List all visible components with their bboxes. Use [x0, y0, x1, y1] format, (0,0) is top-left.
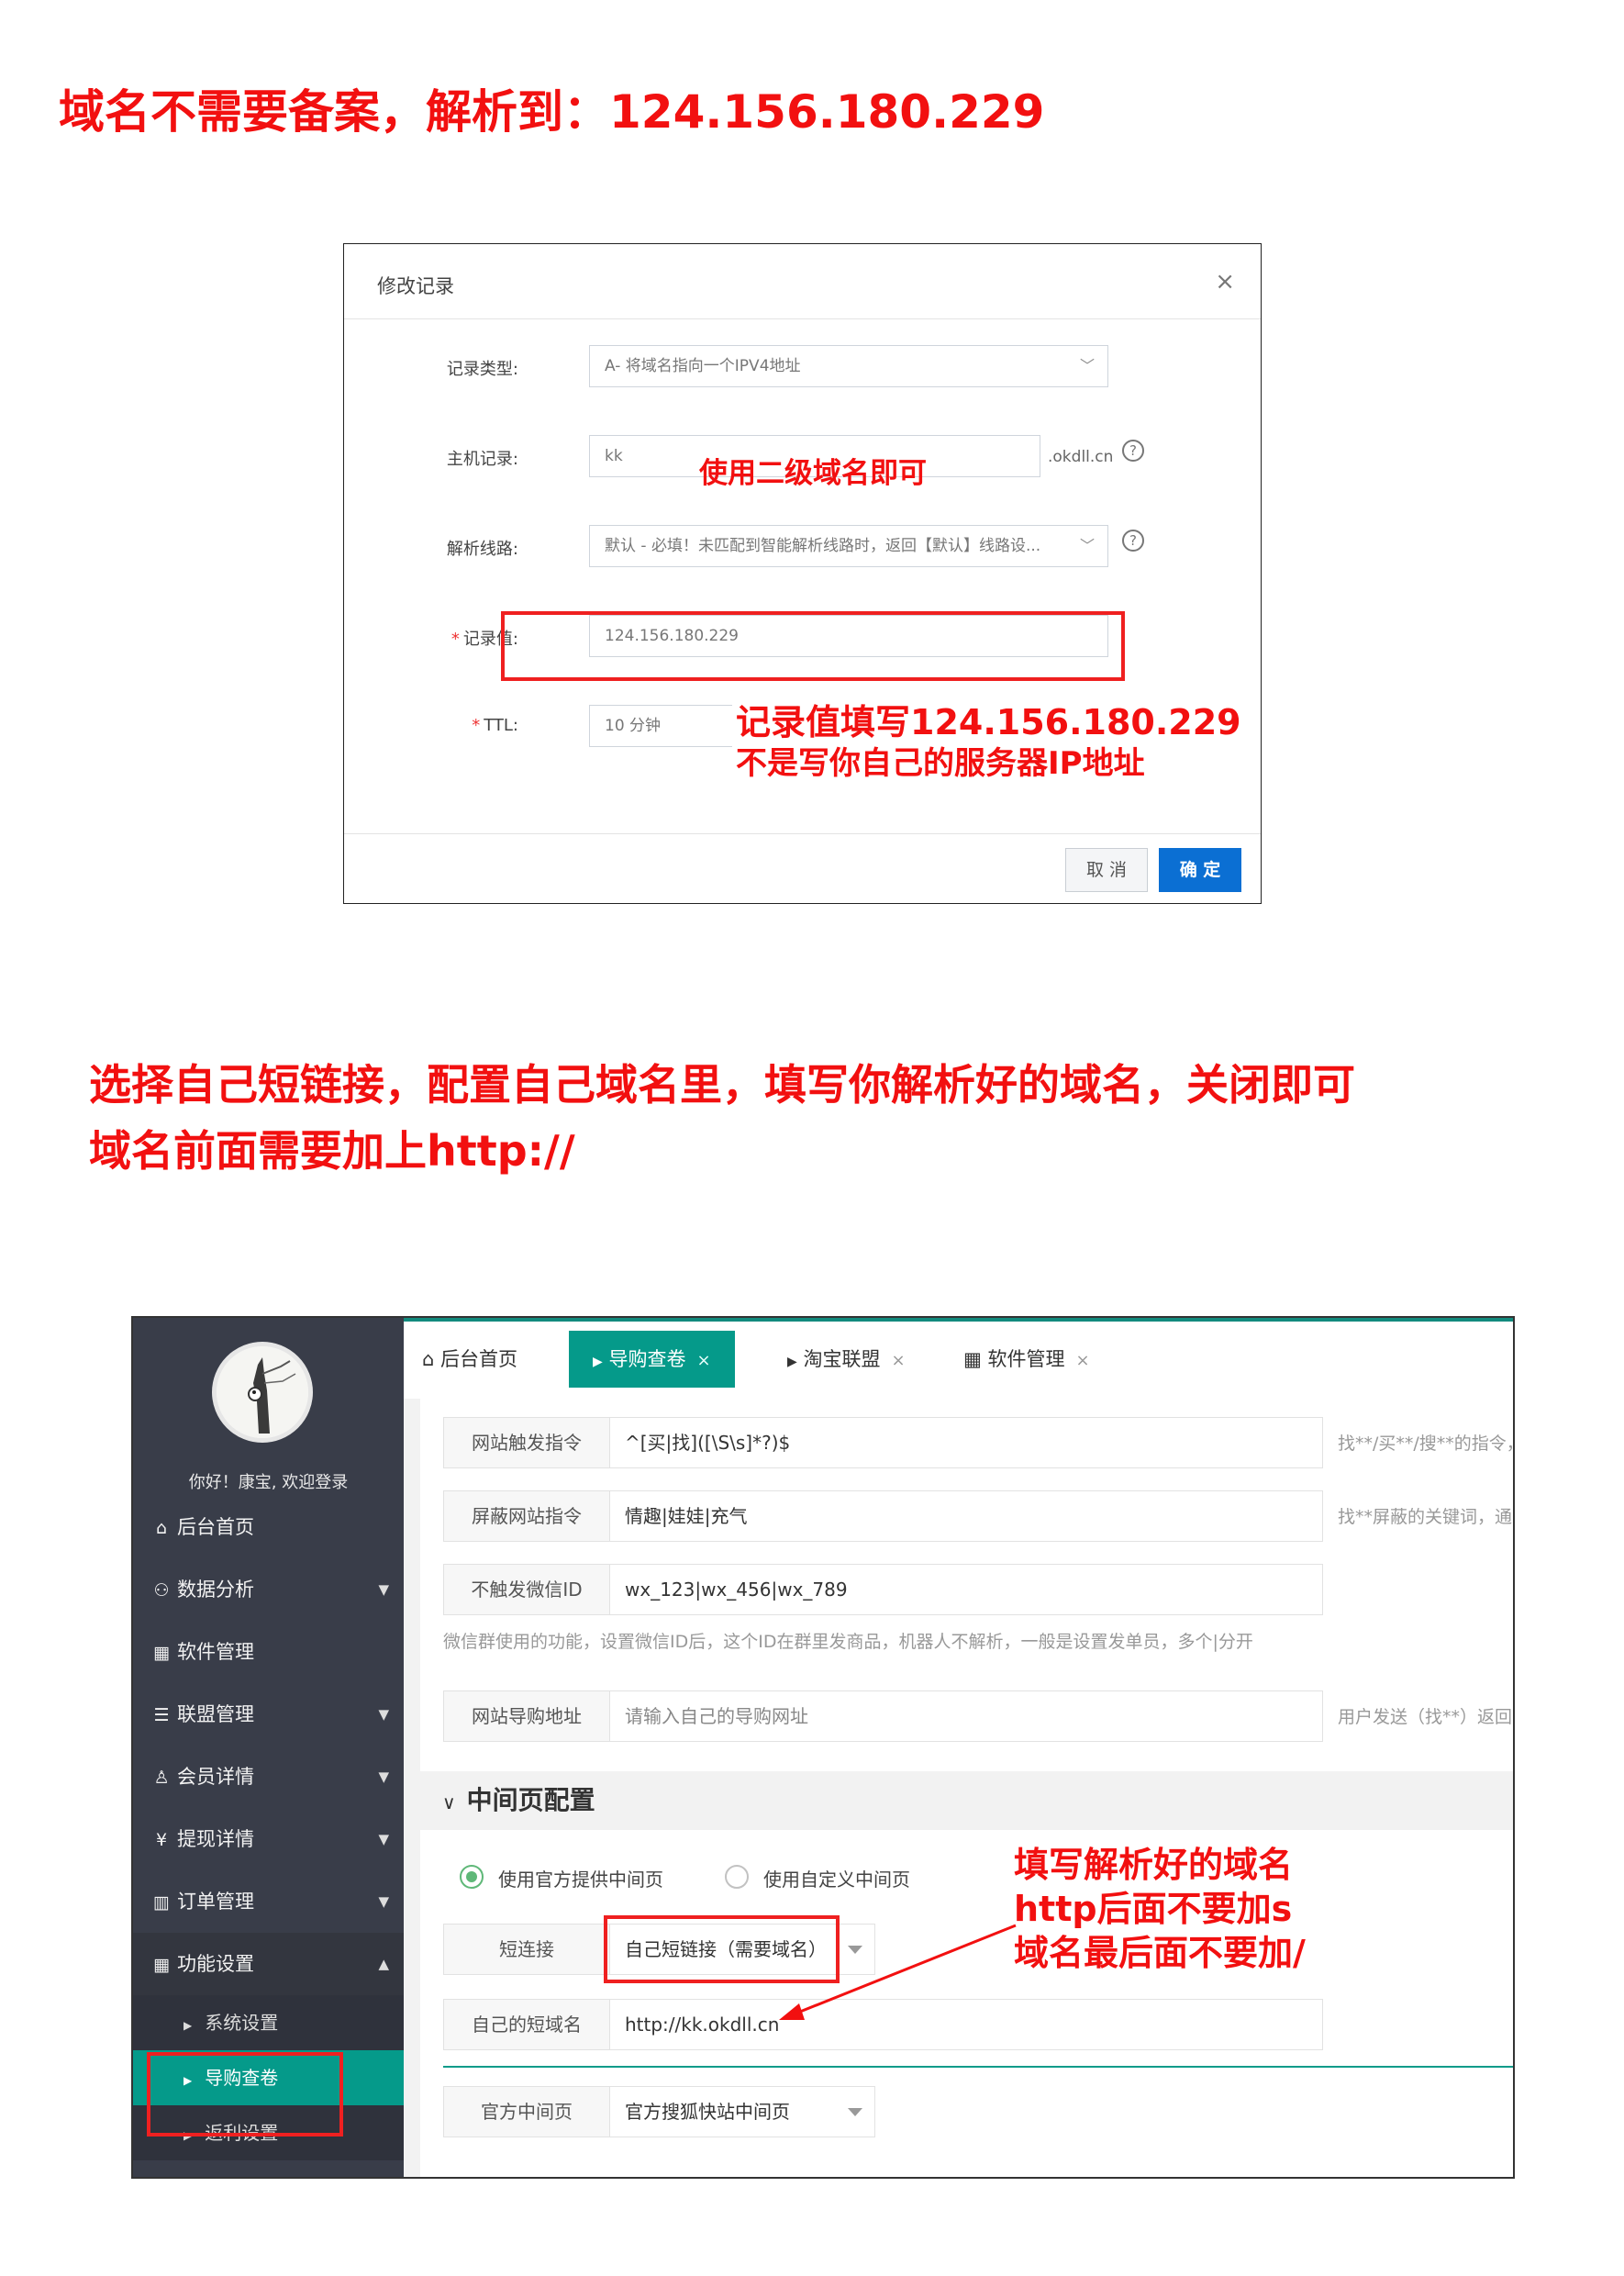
edit-record-dialog: 修改记录 × 记录类型: A- 将域名指向一个IPV4地址 ﹀ 主机记录: kk… [343, 243, 1262, 904]
record-annotation-1: 记录值填写124.156.180.229 [736, 702, 1241, 742]
record-type-value: A- 将域名指向一个IPV4地址 [605, 357, 801, 375]
line-select[interactable]: 默认 - 必填！未匹配到智能解析线路时，返回【默认】线路设... ﹀ [589, 525, 1108, 567]
record-type-select[interactable]: A- 将域名指向一个IPV4地址 ﹀ [589, 345, 1108, 387]
host-annotation: 使用二级域名即可 [699, 457, 927, 490]
confirm-button[interactable]: 确 定 [1159, 848, 1241, 892]
chevron-down-icon: ﹀ [1079, 537, 1095, 554]
highlight-frame [501, 611, 1125, 681]
record-annotation-2: 不是写你自己的服务器IP地址 [736, 745, 1145, 782]
instruction-line-2: 域名前面需要加上http:// [89, 1126, 575, 1176]
dialog-divider [344, 318, 1261, 319]
help-icon[interactable]: ? [1122, 530, 1144, 552]
heading-resolve: 域名不需要备案，解析到：124.156.180.229 [59, 85, 1045, 139]
cancel-button[interactable]: 取 消 [1065, 848, 1148, 892]
ttl-value: 10 分钟 [605, 717, 662, 735]
record-type-label: 记录类型: [446, 360, 518, 379]
help-icon[interactable]: ? [1122, 440, 1144, 462]
close-icon[interactable]: × [1215, 268, 1235, 296]
chevron-down-icon: ﹀ [1079, 357, 1095, 374]
host-record-label: 主机记录: [446, 450, 518, 469]
host-suffix: .okdll.cn [1048, 448, 1114, 466]
ttl-label: * TTL: [472, 716, 518, 735]
line-value: 默认 - 必填！未匹配到智能解析线路时，返回【默认】线路设... [605, 537, 1041, 555]
line-label: 解析线路: [446, 540, 518, 559]
dialog-footer-divider [344, 833, 1261, 834]
host-record-value: kk [605, 447, 623, 465]
dialog-title: 修改记录 [377, 275, 454, 297]
instruction-line-1: 选择自己短链接，配置自己域名里，填写你解析好的域名，关闭即可 [89, 1060, 1355, 1110]
record-value-label: * 记录值: [450, 630, 518, 649]
annotation-arrow-icon [779, 1924, 1017, 2020]
admin-panel: 你好！康宝, 欢迎登录 ⌂ 后台首页 ⚇ 数据分析 ▼ ▦ 软件管理 ☰ 联盟管理 ▼ ♙ 会… [131, 1316, 1515, 2179]
